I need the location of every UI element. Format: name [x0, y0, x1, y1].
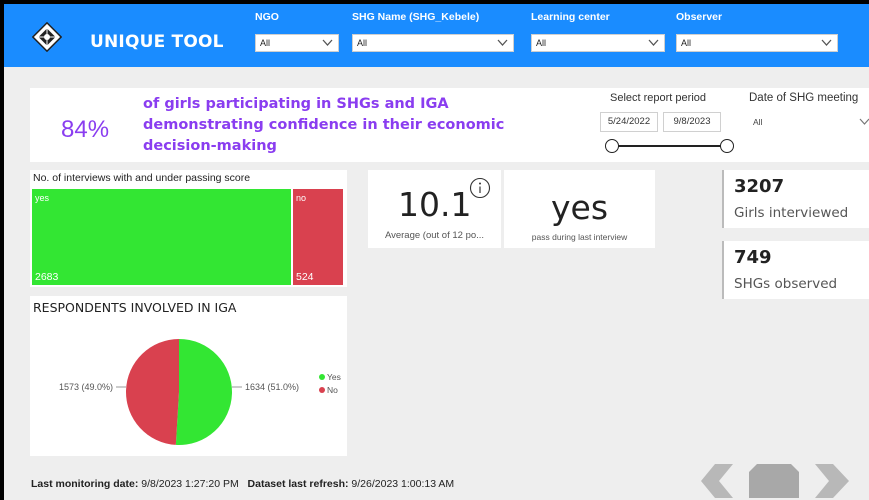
- pie-data-label-no: 1573 (49.0%): [59, 382, 113, 392]
- footer-info: Last monitoring date: 9/8/2023 1:27:20 P…: [31, 478, 454, 490]
- treemap-tile-no[interactable]: no 524: [293, 189, 343, 285]
- chevron-down-icon: [648, 39, 659, 46]
- kpi-banner: 84% of girls participating in SHGs and I…: [30, 88, 869, 162]
- monitoring-date-label: Last monitoring date:: [31, 478, 139, 490]
- legend-label-no[interactable]: No: [327, 385, 338, 395]
- header-bar: UNIQUE TOOL NGO All SHG Name (SHG_Kebele…: [4, 4, 869, 67]
- pass-status-value: yes: [550, 188, 609, 227]
- observer-dropdown[interactable]: All: [676, 34, 838, 52]
- treemap-tile-yes[interactable]: yes 2683: [32, 189, 291, 285]
- girls-interviewed-card: 3207 Girls interviewed: [722, 170, 869, 228]
- average-score-value: 10.1: [398, 185, 472, 224]
- chevron-down-icon: [821, 39, 832, 46]
- shg-name-dropdown[interactable]: All: [352, 34, 514, 52]
- girls-interviewed-value: 3207: [734, 176, 785, 197]
- pie-slice-no[interactable]: [126, 339, 179, 445]
- chevron-down-icon: [859, 118, 869, 125]
- iga-pie-svg: 1634 (51.0%) 1573 (49.0%) Yes No: [59, 339, 341, 445]
- iga-pie-chart[interactable]: RESPONDENTS INVOLVED IN IGA 1634 (51.0%)…: [30, 296, 347, 456]
- chevron-down-icon: [497, 39, 508, 46]
- forward-arrow-icon[interactable]: [815, 464, 849, 498]
- legend-label-yes[interactable]: Yes: [327, 372, 341, 382]
- average-score-label: Average (out of 12 po...: [384, 230, 485, 241]
- observer-dropdown-value: All: [681, 38, 692, 48]
- treemap-tile-yes-label: yes: [35, 193, 50, 203]
- meeting-date-dropdown-value: All: [753, 117, 763, 127]
- legend-marker-no: [319, 387, 325, 393]
- shgs-observed-label: SHGs observed: [734, 276, 838, 292]
- logo-icon: [32, 22, 62, 52]
- legend-marker-yes: [319, 374, 325, 380]
- back-arrow-icon[interactable]: [701, 464, 733, 498]
- shgs-observed-card: 749 SHGs observed: [722, 241, 869, 299]
- home-icon[interactable]: [749, 464, 799, 498]
- end-date-input[interactable]: 9/8/2023: [663, 112, 721, 132]
- treemap-tile-no-value: 524: [296, 271, 314, 283]
- date-range-slider-track[interactable]: [612, 145, 728, 147]
- refresh-date-label: Dataset last refresh:: [247, 478, 349, 490]
- report-period-label: Select report period: [610, 92, 706, 104]
- interviews-chart[interactable]: No. of interviews with and under passing…: [30, 170, 347, 287]
- page-navigation: [701, 464, 849, 498]
- pie-slice-yes[interactable]: [175, 339, 233, 445]
- filter-label-ngo: NGO: [255, 11, 279, 23]
- interviews-chart-title: No. of interviews with and under passing…: [33, 172, 251, 184]
- filter-label-learning-center: Learning center: [531, 11, 610, 23]
- chevron-down-icon: [322, 39, 333, 46]
- app-title: UNIQUE TOOL: [90, 32, 224, 52]
- learning-center-dropdown-value: All: [536, 38, 547, 48]
- average-score-card: 10.1 Average (out of 12 po...: [368, 170, 501, 248]
- refresh-date-value: 9/26/2023 1:00:13 AM: [351, 478, 455, 490]
- meeting-date-dropdown[interactable]: All: [749, 112, 869, 132]
- info-icon[interactable]: [469, 177, 491, 199]
- monitoring-date-value: 9/8/2023 1:27:20 PM: [141, 478, 239, 490]
- ngo-dropdown-value: All: [260, 38, 271, 48]
- learning-center-dropdown[interactable]: All: [531, 34, 665, 52]
- treemap-tile-yes-value: 2683: [35, 271, 59, 283]
- treemap-tile-no-label: no: [296, 193, 307, 203]
- ngo-dropdown[interactable]: All: [255, 34, 339, 52]
- kpi-description: of girls participating in SHGs and IGA d…: [143, 96, 505, 154]
- report-canvas: UNIQUE TOOL NGO All SHG Name (SHG_Kebele…: [4, 4, 869, 500]
- filter-label-shg-name: SHG Name (SHG_Kebele): [352, 11, 480, 23]
- pie-data-label-yes: 1634 (51.0%): [245, 382, 299, 392]
- slider-end-handle[interactable]: [720, 139, 734, 153]
- pass-status-label: pass during last interview: [531, 232, 628, 242]
- meeting-date-label: Date of SHG meeting: [749, 92, 859, 104]
- filter-label-observer: Observer: [676, 11, 723, 23]
- pass-status-card: yes pass during last interview: [504, 170, 655, 248]
- start-date-input[interactable]: 5/24/2022: [600, 112, 658, 132]
- shg-name-dropdown-value: All: [357, 38, 368, 48]
- girls-interviewed-label: Girls interviewed: [734, 205, 849, 221]
- slider-start-handle[interactable]: [605, 139, 619, 153]
- kpi-percent: 84%: [61, 116, 110, 143]
- shgs-observed-value: 749: [734, 247, 772, 268]
